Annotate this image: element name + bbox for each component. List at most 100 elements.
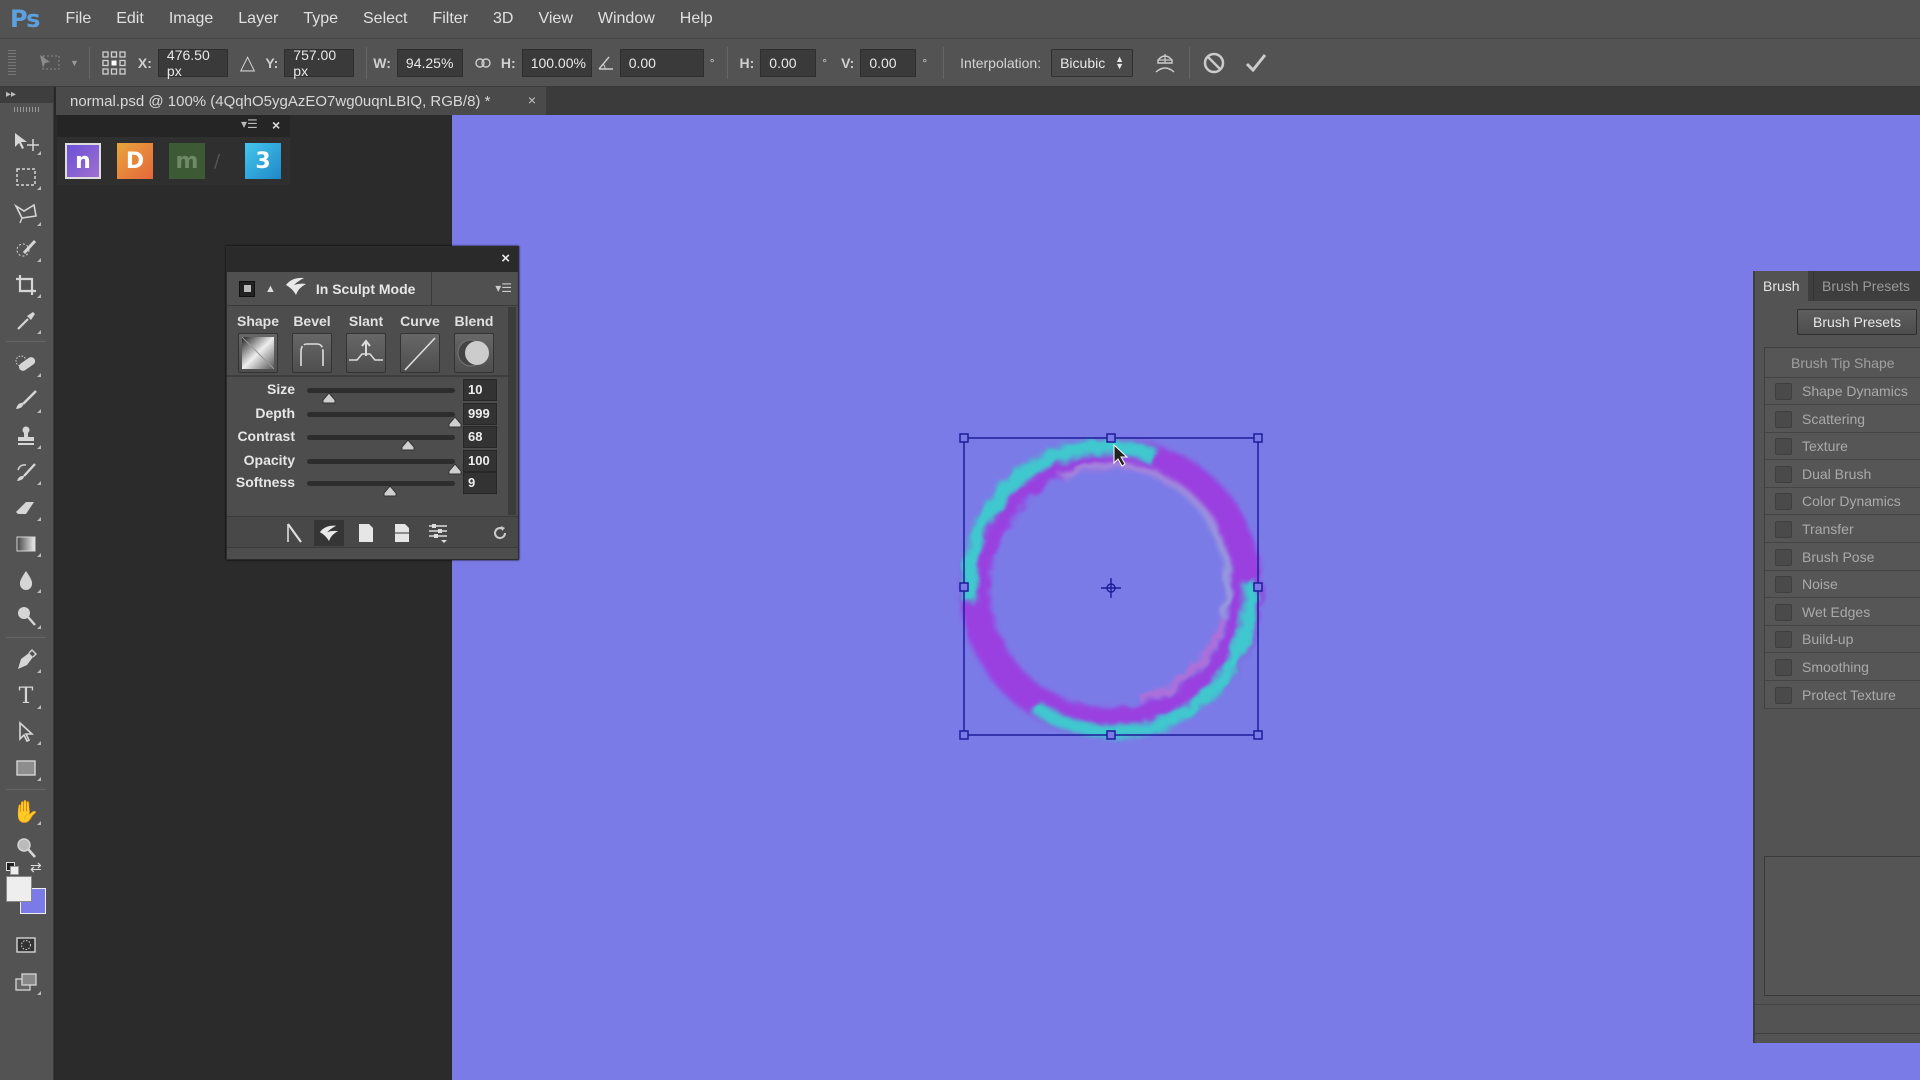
tab-brush-presets[interactable]: Brush Presets xyxy=(1813,271,1918,301)
commit-transform-icon[interactable] xyxy=(1242,49,1270,77)
vertical-skew-field[interactable]: 0.00 xyxy=(860,48,917,77)
transform-handle[interactable] xyxy=(1106,433,1116,443)
menu-filter[interactable]: Filter xyxy=(432,10,468,28)
brush-option-transfer[interactable]: Transfer xyxy=(1765,516,1920,543)
screen-mode-icon[interactable] xyxy=(9,967,43,997)
sculpt-panel-titlebar[interactable]: × xyxy=(227,247,518,272)
transform-handle[interactable] xyxy=(1106,730,1116,740)
close-panel-icon[interactable]: × xyxy=(272,117,280,133)
sculpt-mode-icon[interactable] xyxy=(314,520,344,546)
brush-option-dual-brush[interactable]: Dual Brush xyxy=(1765,461,1920,488)
close-document-icon[interactable]: × xyxy=(528,92,536,108)
move-tool-icon[interactable] xyxy=(9,127,43,157)
brush-tip-shape-item[interactable]: Brush Tip Shape xyxy=(1765,348,1920,378)
quick-mask-icon[interactable] xyxy=(9,930,43,960)
refresh-icon[interactable] xyxy=(485,520,515,546)
ddo-plugin-icon[interactable]: D xyxy=(117,143,153,179)
collapse-arrow-icon[interactable]: ▲ xyxy=(265,283,276,295)
rectangle-tool-icon[interactable] xyxy=(9,753,43,783)
relative-position-icon[interactable]: △ xyxy=(240,50,255,75)
transform-tool-icon[interactable] xyxy=(36,51,64,75)
document-tab[interactable]: normal.psd @ 100% (4QqhO5ygAzEO7wg0uqnLB… xyxy=(56,87,546,115)
checkbox[interactable] xyxy=(1775,576,1792,594)
checkbox[interactable] xyxy=(1775,603,1792,621)
width-field[interactable]: 94.25% xyxy=(396,48,463,77)
interpolation-select[interactable]: Bicubic ▲ ▼ xyxy=(1051,48,1134,77)
hand-tool-icon[interactable]: ✋ xyxy=(9,797,43,827)
type-tool-icon[interactable]: T xyxy=(9,681,43,711)
menu-layer[interactable]: Layer xyxy=(238,10,278,28)
slider-value-field[interactable]: 10 xyxy=(463,379,497,401)
checkbox[interactable] xyxy=(1775,493,1792,511)
transform-handle[interactable] xyxy=(959,433,969,443)
edit-tool-icon[interactable] xyxy=(279,520,309,546)
crop-tool-icon[interactable] xyxy=(9,270,43,300)
blend-preset-icon[interactable] xyxy=(454,333,494,373)
brush-option-build-up[interactable]: Build-up xyxy=(1765,626,1920,654)
collapse-panel-icon[interactable]: ▸▸ xyxy=(0,87,53,103)
quick-selection-tool-icon[interactable] xyxy=(9,234,43,264)
height-field[interactable]: 100.00% xyxy=(521,48,592,77)
y-position-field[interactable]: 757.00 px xyxy=(284,47,355,79)
shape-preset-icon[interactable] xyxy=(238,333,278,373)
menu-help[interactable]: Help xyxy=(680,10,713,28)
stop-button[interactable] xyxy=(239,280,255,297)
reference-point-crosshair-icon[interactable] xyxy=(1101,578,1121,598)
cancel-transform-icon[interactable] xyxy=(1200,49,1228,77)
slider-thumb[interactable] xyxy=(383,485,397,497)
brush-presets-button[interactable]: Brush Presets xyxy=(1797,309,1917,335)
brush-option-protect-texture[interactable]: Protect Texture xyxy=(1765,682,1920,709)
brush-option-scattering[interactable]: Scattering xyxy=(1765,406,1920,433)
clone-stamp-tool-icon[interactable] xyxy=(9,421,43,451)
ndo-plugin-icon[interactable]: n xyxy=(65,143,101,179)
transform-handle[interactable] xyxy=(1253,582,1263,592)
menu-3d[interactable]: 3D xyxy=(493,10,513,28)
preset-slant[interactable]: Slant xyxy=(344,313,388,373)
curve-preset-icon[interactable] xyxy=(400,333,440,373)
brush-option-noise[interactable]: Noise xyxy=(1765,571,1920,599)
tool-preset-dropdown-icon[interactable]: ▼ xyxy=(70,58,79,68)
slider-track[interactable] xyxy=(307,435,455,451)
eyedropper-tool-icon[interactable] xyxy=(9,306,43,336)
document-canvas[interactable] xyxy=(452,115,1920,1080)
blur-tool-icon[interactable] xyxy=(9,565,43,595)
close-sculpt-panel-icon[interactable]: × xyxy=(501,250,510,267)
checkbox[interactable] xyxy=(1775,659,1792,676)
slider-value-field[interactable]: 999 xyxy=(463,403,497,425)
menu-window[interactable]: Window xyxy=(598,10,655,28)
pen-tool-icon[interactable] xyxy=(9,645,43,675)
slider-track[interactable] xyxy=(307,388,455,404)
slider-value-field[interactable]: 100 xyxy=(463,450,497,472)
slider-value-field[interactable]: 68 xyxy=(463,426,497,448)
document-layers-icon[interactable] xyxy=(387,520,417,546)
menu-file[interactable]: File xyxy=(65,10,91,28)
checkbox[interactable] xyxy=(1775,465,1792,483)
gradient-tool-icon[interactable] xyxy=(9,529,43,559)
lasso-tool-icon[interactable] xyxy=(9,198,43,228)
rotate-field[interactable]: 0.00 xyxy=(619,48,704,77)
panel-menu-icon[interactable]: ▾☰ xyxy=(495,281,512,295)
x-position-field[interactable]: 476.50 px xyxy=(157,47,228,79)
slider-track[interactable] xyxy=(307,481,455,497)
default-colors-icon[interactable] xyxy=(6,862,20,876)
brush-option-texture[interactable]: Texture xyxy=(1765,433,1920,461)
bevel-preset-icon[interactable] xyxy=(292,333,332,373)
preset-curve[interactable]: Curve xyxy=(398,313,442,373)
preset-blend[interactable]: Blend xyxy=(452,313,496,373)
link-icon[interactable] xyxy=(475,57,491,68)
marquee-tool-icon[interactable] xyxy=(9,162,43,192)
transform-handle[interactable] xyxy=(1253,433,1263,443)
slant-preset-icon[interactable] xyxy=(346,333,386,373)
history-brush-tool-icon[interactable] xyxy=(9,457,43,487)
menu-image[interactable]: Image xyxy=(169,10,213,28)
checkbox[interactable] xyxy=(1775,686,1792,704)
checkbox[interactable] xyxy=(1775,438,1792,456)
toolstrip-grip[interactable] xyxy=(14,107,40,112)
checkbox[interactable] xyxy=(1775,631,1792,649)
checkbox[interactable] xyxy=(1775,521,1792,538)
3do-plugin-icon[interactable]: 3 xyxy=(245,143,281,179)
settings-sliders-icon[interactable] xyxy=(423,520,453,546)
options-bar-grip[interactable] xyxy=(8,49,16,76)
brush-tool-icon[interactable] xyxy=(9,385,43,415)
warp-mode-icon[interactable] xyxy=(1151,49,1179,77)
